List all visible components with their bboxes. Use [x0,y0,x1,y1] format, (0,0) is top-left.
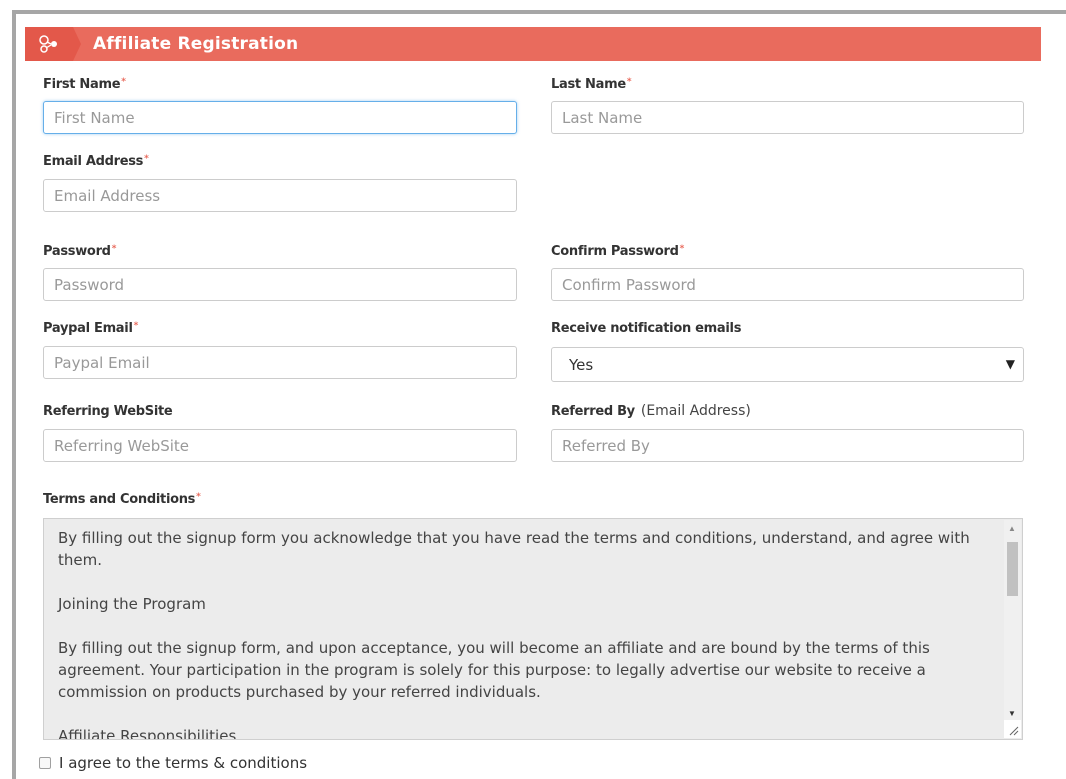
agree-terms-row[interactable]: I agree to the terms & conditions [39,754,307,772]
last-name-label: Last Name* [551,77,632,92]
terms-scrollbar[interactable]: ▲ ▼ [1004,520,1021,720]
resize-handle-icon[interactable] [1004,720,1021,738]
first-name-input[interactable] [43,101,517,134]
password-input[interactable] [43,268,517,301]
notifications-label: Receive notification emails [551,321,742,336]
page-title: Affiliate Registration [93,34,299,54]
required-marker: * [111,244,117,254]
terms-label: Terms and Conditions* [43,492,201,507]
required-marker: * [196,492,201,502]
window-frame-top [12,10,1066,14]
first-name-label: First Name* [43,77,126,92]
confirm-password-label: Confirm Password* [551,244,685,259]
password-label: Password* [43,244,117,259]
scrollbar-thumb[interactable] [1007,542,1018,596]
terms-textarea[interactable]: By filling out the signup form you ackno… [43,518,1023,740]
agree-terms-label: I agree to the terms & conditions [59,754,308,772]
email-label: Email Address* [43,154,149,169]
notifications-select[interactable]: Yes ▼ [551,347,1024,382]
scroll-up-arrow-icon[interactable]: ▲ [1008,524,1016,533]
form-header: Affiliate Registration [25,27,1041,61]
referring-website-label: Referring WebSite [43,404,173,419]
required-marker: * [133,321,139,331]
required-marker: * [679,244,685,254]
required-marker: * [144,154,149,164]
notifications-selected-value: Yes [569,355,594,374]
referred-by-label: Referred By (Email Address) [551,403,751,419]
paypal-email-input[interactable] [43,346,517,379]
referred-by-input[interactable] [551,429,1024,462]
window-frame-left [12,10,16,779]
required-marker: * [626,77,632,87]
terms-content: By filling out the signup form you ackno… [58,527,978,740]
terms-paragraph: Joining the Program [58,595,206,613]
terms-paragraph: Affiliate Responsibilities [58,727,237,740]
last-name-input[interactable] [551,101,1024,134]
dropdown-caret-icon: ▼ [1005,357,1015,371]
agree-terms-checkbox[interactable] [39,757,51,769]
confirm-password-input[interactable] [551,268,1024,301]
referred-by-note: (Email Address) [640,403,751,419]
referring-website-input[interactable] [43,429,517,462]
required-marker: * [121,77,126,87]
terms-paragraph: By filling out the signup form you ackno… [58,529,970,569]
paypal-email-label: Paypal Email* [43,321,139,336]
email-input[interactable] [43,179,517,212]
affiliate-network-icon [25,27,81,61]
scroll-down-arrow-icon[interactable]: ▼ [1008,709,1016,718]
terms-paragraph: By filling out the signup form, and upon… [58,639,930,701]
